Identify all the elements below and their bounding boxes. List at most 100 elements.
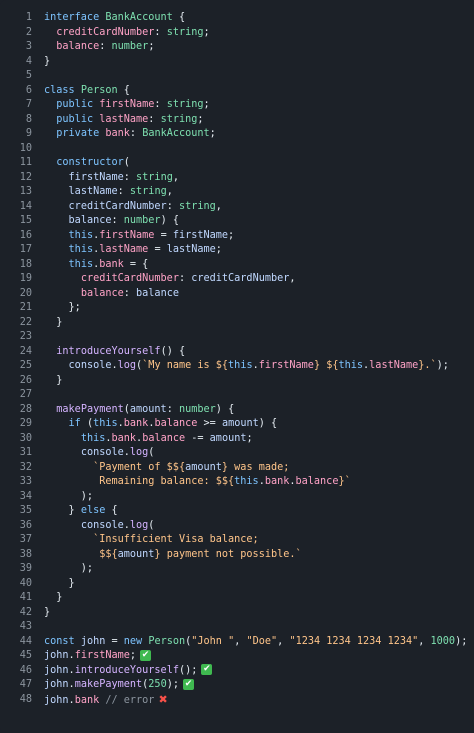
code-line: 44 const john = new Person("John ", "Doe"… (0, 635, 474, 650)
code-token: john (44, 694, 69, 706)
code-token: balance (56, 41, 100, 52)
code-line: 42} (0, 606, 474, 621)
code-line: 31 console.log( (0, 446, 474, 461)
line-number: 1 (25, 12, 32, 23)
code-line: 27 (0, 388, 474, 403)
code-line: 10 (0, 142, 474, 157)
code-token: : (166, 200, 179, 212)
line-number: 4 (25, 55, 32, 67)
code-token: new (123, 635, 149, 647)
code-token: Person (148, 635, 186, 647)
line-number: 26 (19, 374, 32, 386)
line-number: 48 (19, 693, 32, 705)
code-token: }` (338, 476, 351, 487)
line-number: 20 (19, 287, 32, 299)
line-number: 25 (19, 360, 32, 371)
code-text: balance: balance (44, 287, 179, 302)
code-token: john (44, 664, 69, 676)
code-text: class Person { (44, 84, 130, 99)
code-token: : (154, 99, 167, 110)
code-token: amount (129, 403, 167, 415)
code-token: BankAccount (142, 128, 210, 139)
code-line: 38 $${amount} payment not possible.` (0, 548, 474, 563)
code-token: , (289, 273, 296, 284)
code-line: 40 } (0, 577, 474, 592)
code-text: creditCardNumber: string; (44, 26, 209, 41)
cross-mark-icon: ✖ (158, 692, 168, 706)
check-mark-icon: ✔ (140, 649, 152, 661)
code-token: amount (209, 432, 247, 444)
code-token: this (338, 360, 364, 371)
code-line: 28 makePayment(amount: number) { (0, 403, 474, 418)
code-line: 32 `Payment of $${amount} was made; (0, 461, 474, 476)
code-line: 29 if (this.bank.balance >= amount) { (0, 417, 474, 432)
code-token: private (56, 128, 106, 139)
code-token: { (105, 505, 118, 516)
code-token: console (80, 519, 124, 531)
code-text: } else { (44, 504, 118, 519)
line-number: 33 (19, 476, 32, 487)
code-token: ); (455, 635, 468, 647)
line-number: 7 (25, 99, 32, 110)
line-number: 36 (19, 519, 32, 531)
code-token: { (172, 12, 186, 23)
check-mark-icon: ✔ (182, 678, 194, 690)
code-token: Person (80, 84, 118, 96)
code-line: 5 (0, 69, 474, 84)
code-token: "1234 1234 1234 1234" (289, 635, 419, 647)
line-number: 21 (19, 302, 32, 313)
code-token: , (172, 171, 179, 183)
code-text: ); (44, 562, 93, 577)
code-text: firstName: string, (44, 171, 179, 186)
code-line: 17 this.lastName = lastName; (0, 243, 474, 258)
line-number: 27 (19, 389, 32, 400)
code-token: }.` (418, 360, 437, 371)
code-token: this (68, 244, 94, 255)
line-number: 6 (25, 84, 32, 96)
line-number: 9 (25, 128, 32, 139)
code-token: firstName (172, 229, 229, 241)
code-token: ); (166, 679, 179, 690)
code-line: 45 john.firstName; ✔ (0, 649, 474, 664)
code-text: console.log( (44, 519, 155, 534)
code-line: 4} (0, 55, 474, 70)
code-token: makePayment (56, 403, 124, 415)
code-line: 43 (0, 620, 474, 635)
code-token: else (80, 505, 106, 516)
code-token: } (44, 606, 51, 618)
code-token: , (234, 635, 247, 647)
code-text: private bank: BankAccount; (44, 127, 216, 142)
code-token: number (111, 41, 149, 52)
code-token: this (234, 476, 259, 487)
code-token: : (178, 273, 192, 284)
line-number: 13 (19, 186, 32, 197)
code-text: } (44, 577, 75, 592)
code-text: } (44, 55, 50, 70)
code-token: public (56, 113, 100, 125)
code-token: this (228, 360, 253, 371)
code-token: balance (136, 287, 179, 299)
code-token: "Doe" (246, 635, 278, 647)
code-token: Remaining balance: $${ (99, 476, 235, 487)
line-number: 15 (19, 215, 32, 226)
code-token: lastName (99, 113, 149, 125)
code-token: , (166, 186, 173, 197)
code-token: bank (264, 476, 290, 487)
line-number: 42 (19, 606, 32, 618)
code-token: , (418, 635, 431, 647)
line-number: 41 (19, 592, 32, 603)
code-token: () { (160, 345, 186, 357)
line-number: 10 (19, 142, 32, 154)
code-line: 15 balance: number) { (0, 214, 474, 229)
code-token: bank (99, 258, 124, 270)
code-line: 7 public firstName: string; (0, 98, 474, 113)
